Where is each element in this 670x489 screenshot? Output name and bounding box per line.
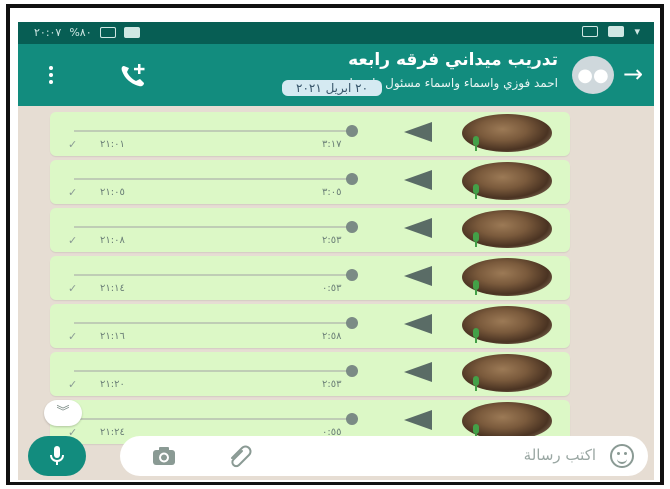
message-input-placeholder[interactable]: اكتب رسالة	[524, 446, 596, 464]
mic-icon	[50, 446, 64, 465]
voice-message[interactable]: ٣:٠٥ ٢١:٠٥ ✓	[50, 160, 570, 204]
message-time: ٢١:١٤	[100, 283, 125, 294]
status-wifi-icon: ▾	[634, 25, 640, 38]
sent-tick-icon: ✓	[68, 330, 78, 343]
frame-border-top	[6, 4, 664, 8]
sent-tick-icon: ✓	[68, 282, 78, 295]
status-image-icon	[582, 26, 599, 37]
message-time: ٢١:٠٨	[100, 235, 125, 246]
play-icon[interactable]	[404, 362, 432, 382]
sent-tick-icon: ✓	[68, 234, 78, 247]
audio-duration: ٣:٠٥	[322, 187, 342, 198]
camera-icon[interactable]	[152, 446, 176, 466]
play-icon[interactable]	[404, 170, 432, 190]
audio-track[interactable]	[74, 274, 354, 276]
whatsapp-screen: ٢٠:٠٧ %٨٠ ▾ → ●● تدريب ميداني فرقه رابعه…	[18, 22, 654, 480]
audio-scrubber[interactable]	[346, 365, 358, 377]
status-right: ▾	[582, 25, 640, 38]
message-time: ٢١:٢٤	[100, 427, 125, 438]
play-icon[interactable]	[404, 410, 432, 430]
message-time: ٢١:١٦	[100, 331, 125, 342]
group-avatar[interactable]: ●●	[572, 56, 614, 94]
status-bar: ٢٠:٠٧ %٨٠ ▾	[18, 22, 654, 44]
audio-track[interactable]	[74, 226, 354, 228]
voice-message[interactable]: ٢:٥٨ ٢١:١٦ ✓	[50, 304, 570, 348]
mic-badge-icon	[473, 376, 479, 391]
message-time: ٢١:٠٥	[100, 187, 125, 198]
chat-header: → ●● تدريب ميداني فرقه رابعه احمد فوزي و…	[18, 44, 654, 106]
screenshot-frame: ٢٠:٠٧ %٨٠ ▾ → ●● تدريب ميداني فرقه رابعه…	[0, 0, 670, 489]
mic-badge-icon	[473, 280, 479, 295]
audio-scrubber[interactable]	[346, 125, 358, 137]
emoji-icon[interactable]	[610, 444, 634, 468]
mic-badge-icon	[473, 136, 479, 151]
voice-message[interactable]: ٣:١٧ ٢١:٠١ ✓	[50, 112, 570, 156]
audio-track[interactable]	[74, 322, 354, 324]
message-list[interactable]: ٣:١٧ ٢١:٠١ ✓ ٣:٠٥ ٢١:٠٥ ✓ ٢:٥٣ ٢١:٠٨ ✓ ٠…	[50, 108, 570, 453]
play-icon[interactable]	[404, 218, 432, 238]
chat-title[interactable]: تدريب ميداني فرقه رابعه	[348, 50, 558, 70]
message-input-bar[interactable]: اكتب رسالة	[120, 436, 648, 476]
audio-track[interactable]	[74, 418, 354, 420]
status-time: ٢٠:٠٧	[34, 26, 62, 39]
audio-duration: ٢:٥٣	[322, 379, 342, 390]
audio-track[interactable]	[74, 130, 354, 132]
audio-duration: ٣:١٧	[322, 139, 342, 150]
audio-track[interactable]	[74, 178, 354, 180]
mic-badge-icon	[473, 328, 479, 343]
play-icon[interactable]	[404, 122, 432, 142]
play-icon[interactable]	[404, 266, 432, 286]
add-call-icon[interactable]	[118, 62, 148, 88]
message-time: ٢١:٠١	[100, 139, 125, 150]
audio-scrubber[interactable]	[346, 269, 358, 281]
audio-duration: ٢:٥٣	[322, 235, 342, 246]
status-left: ٢٠:٠٧ %٨٠	[34, 26, 140, 39]
frame-border-right	[660, 4, 664, 485]
status-app-icon	[608, 26, 625, 37]
group-icon: ●●	[577, 64, 609, 86]
sent-tick-icon: ✓	[68, 378, 78, 391]
voice-message[interactable]: ٢:٥٣ ٢١:٠٨ ✓	[50, 208, 570, 252]
audio-scrubber[interactable]	[346, 173, 358, 185]
more-vert-icon[interactable]	[48, 66, 54, 84]
status-battery: %٨٠	[69, 26, 92, 39]
status-signal-icon	[123, 27, 140, 38]
audio-duration: ٠:٥٣	[322, 283, 342, 294]
status-icon-box	[99, 27, 116, 38]
voice-message[interactable]: ٠:٥٣ ٢١:١٤ ✓	[50, 256, 570, 300]
audio-scrubber[interactable]	[346, 317, 358, 329]
scroll-down-icon[interactable]: ︾	[44, 400, 82, 426]
back-arrow-icon[interactable]: →	[620, 60, 646, 88]
audio-scrubber[interactable]	[346, 221, 358, 233]
voice-message[interactable]: ٢:٥٣ ٢١:٢٠ ✓	[50, 352, 570, 396]
audio-scrubber[interactable]	[346, 413, 358, 425]
paperclip-icon[interactable]	[228, 444, 254, 468]
mic-badge-icon	[473, 232, 479, 247]
date-chip: ٢٠ ابريل ٢٠٢١	[282, 80, 383, 96]
play-icon[interactable]	[404, 314, 432, 334]
mic-badge-icon	[473, 184, 479, 199]
frame-border-bottom	[6, 482, 664, 485]
sent-tick-icon: ✓	[68, 186, 78, 199]
audio-duration: ٢:٥٨	[322, 331, 342, 342]
audio-track[interactable]	[74, 370, 354, 372]
frame-border-left	[6, 4, 10, 485]
message-time: ٢١:٢٠	[100, 379, 125, 390]
mic-button[interactable]	[28, 436, 86, 476]
sent-tick-icon: ✓	[68, 138, 78, 151]
